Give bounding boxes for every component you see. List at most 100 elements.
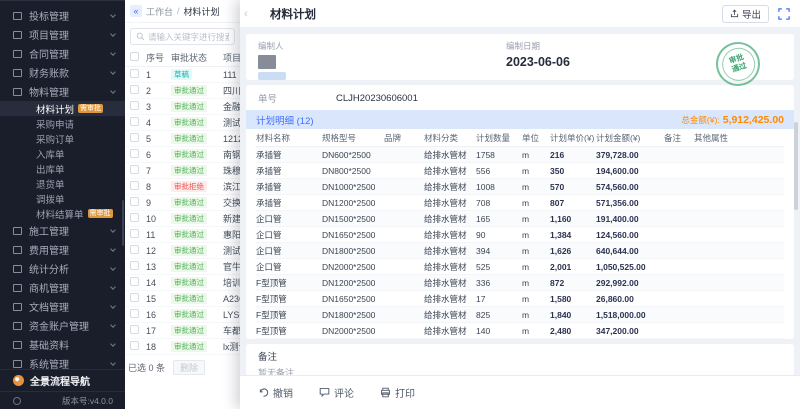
list-row[interactable]: 15 审批通过 A23G2511 <box>125 291 240 307</box>
material-row[interactable]: 承插管DN800*2500给排水管材556m350194,600.00 <box>256 163 784 179</box>
mcell-1: DN2000*2500 <box>322 262 384 272</box>
chevron-down-icon <box>110 227 116 233</box>
drawer-scrollbar[interactable] <box>794 122 798 210</box>
sidebar-subitem-5[interactable]: 退货单 <box>0 176 125 191</box>
row-no: 16 <box>146 310 171 320</box>
sidebar-item-b2[interactable]: 统计分析 <box>0 259 125 278</box>
list-row[interactable]: 8 审批拒绝 滨江花城10 <box>125 179 240 195</box>
order-row: 单号 CLJH20230606001 <box>246 85 794 110</box>
row-checkbox[interactable] <box>130 213 139 222</box>
preparer-name-redacted <box>258 72 286 80</box>
material-row[interactable]: F型顶管DN1800*2500给排水管材825m1,8401,518,000.0… <box>256 307 784 323</box>
sidebar-subitem-1[interactable]: 采购申请 <box>0 116 125 131</box>
row-checkbox[interactable] <box>130 133 139 142</box>
sidebar-item-b4[interactable]: 文档管理 <box>0 297 125 316</box>
row-checkbox[interactable] <box>130 245 139 254</box>
search-input[interactable] <box>148 32 229 42</box>
row-no: 15 <box>146 294 171 304</box>
sidebar-subitem-2[interactable]: 采购订单 <box>0 131 125 146</box>
sidebar-subitem-7[interactable]: 材料结算单 需审批 <box>0 206 125 221</box>
select-all-checkbox[interactable] <box>130 52 139 61</box>
search-box[interactable] <box>130 28 235 45</box>
sidebar-item-1[interactable]: 项目管理 <box>0 25 125 44</box>
material-row[interactable]: 承插管DN1000*2500给排水管材1008m570574,560.00 <box>256 179 784 195</box>
sidebar-item-b5[interactable]: 资金账户管理 <box>0 316 125 335</box>
sidebar-subitem-4[interactable]: 出库单 <box>0 161 125 176</box>
status-badge: 审批拒绝 <box>171 181 207 192</box>
list-row[interactable]: 7 审批通过 珠穆朗玛峰 <box>125 163 240 179</box>
col-no: 序号 <box>146 51 171 64</box>
footer-comment-button[interactable]: 评论 <box>319 385 354 400</box>
chevron-down-icon <box>110 12 116 18</box>
mcell-1: DN1000*2500 <box>322 182 384 192</box>
footer-print-button[interactable]: 打印 <box>380 385 415 400</box>
export-button[interactable]: 导出 <box>722 5 769 23</box>
list-row[interactable]: 6 审批通过 南钢盛达大厦 <box>125 147 240 163</box>
breadcrumb-root[interactable]: 工作台 <box>146 5 173 18</box>
drawer-collapse-icon[interactable]: ‹ <box>244 8 254 20</box>
row-checkbox[interactable] <box>130 325 139 334</box>
row-checkbox[interactable] <box>130 309 139 318</box>
row-checkbox[interactable] <box>130 85 139 94</box>
sidebar-subitem-0[interactable]: 材料计划 需审批 <box>0 101 125 116</box>
material-row[interactable]: 企口管DN1650*2500给排水管材90m1,384124,560.00 <box>256 227 784 243</box>
sidebar-item-4[interactable]: 物料管理 <box>0 82 125 101</box>
list-row[interactable]: 1 草稿 111 <box>125 67 240 83</box>
breadcrumb-back-icon[interactable]: « <box>130 5 142 17</box>
list-row[interactable]: 10 审批通过 新建工程-复 <box>125 211 240 227</box>
sidebar-item-3[interactable]: 财务账款 <box>0 63 125 82</box>
row-checkbox[interactable] <box>130 261 139 270</box>
row-checkbox[interactable] <box>130 277 139 286</box>
row-checkbox[interactable] <box>130 341 139 350</box>
sidebar-item-b0[interactable]: 施工管理 <box>0 221 125 240</box>
sidebar-item-b3[interactable]: 商机管理 <box>0 278 125 297</box>
footer-undo-button[interactable]: 撤销 <box>258 385 293 400</box>
list-row[interactable]: 3 审批通过 金融大厦采购 <box>125 99 240 115</box>
list-row[interactable]: 12 审批通过 测试三环路 <box>125 243 240 259</box>
row-checkbox[interactable] <box>130 293 139 302</box>
row-checkbox[interactable] <box>130 229 139 238</box>
material-row[interactable]: 企口管DN1500*2500给排水管材165m1,160191,400.00 <box>256 211 784 227</box>
list-row[interactable]: 18 审批通过 lx测试2 <box>125 339 240 355</box>
sidebar-subitem-6[interactable]: 调拨单 <box>0 191 125 206</box>
sidebar-subitem-3[interactable]: 入库单 <box>0 146 125 161</box>
list-row[interactable]: 4 审批通过 测试1 <box>125 115 240 131</box>
delete-button[interactable]: 删除 <box>173 360 205 375</box>
support-icon[interactable] <box>13 397 21 405</box>
row-checkbox[interactable] <box>130 117 139 126</box>
material-row[interactable]: 承插管DN1200*2500给排水管材708m807571,356.00 <box>256 195 784 211</box>
sidebar-item-2[interactable]: 合同管理 <box>0 44 125 63</box>
row-checkbox[interactable] <box>130 165 139 174</box>
material-row[interactable]: F型顶管DN1200*2500给排水管材336m872292,992.00 <box>256 275 784 291</box>
list-row[interactable]: 2 审批通过 四川市政项目 <box>125 83 240 99</box>
list-row[interactable]: 16 审批通过 LYSC <box>125 307 240 323</box>
panorama-nav-button[interactable]: 全景流程导航 <box>0 369 125 391</box>
sidebar-item-b6[interactable]: 基础资料 <box>0 335 125 354</box>
row-checkbox[interactable] <box>130 197 139 206</box>
sidebar-scrollbar[interactable] <box>122 200 124 246</box>
list-row[interactable]: 17 审批通过 车都大厦 <box>125 323 240 339</box>
row-checkbox[interactable] <box>130 101 139 110</box>
list-row[interactable]: 13 审批通过 官牛牛 <box>125 259 240 275</box>
fullscreen-icon[interactable] <box>778 8 790 20</box>
row-checkbox[interactable] <box>130 149 139 158</box>
material-row[interactable]: 企口管DN1800*2500给排水管材394m1,626640,644.00 <box>256 243 784 259</box>
status-badge: 审批通过 <box>171 165 207 176</box>
material-row[interactable]: 企口管DN2000*2500给排水管材525m2,0011,050,525.00 <box>256 259 784 275</box>
material-row[interactable]: F型顶管DN1650*2500给排水管材17m1,58026,860.00 <box>256 291 784 307</box>
sidebar-item-b1[interactable]: 费用管理 <box>0 240 125 259</box>
list-row[interactable]: 14 审批通过 培训425 <box>125 275 240 291</box>
material-row[interactable]: 承插管DN600*2500给排水管材1758m216379,728.00 <box>256 147 784 163</box>
mcol-1: 规格型号 <box>322 132 384 144</box>
list-row[interactable]: 9 审批通过 交换机 <box>125 195 240 211</box>
row-no: 6 <box>146 150 171 160</box>
list-row[interactable]: 11 审批通过 惠阳项目 <box>125 227 240 243</box>
row-checkbox[interactable] <box>130 69 139 78</box>
sidebar-item-b7[interactable]: 系统管理 <box>0 354 125 369</box>
row-checkbox[interactable] <box>130 181 139 190</box>
order-value: CLJH20230606001 <box>336 93 418 104</box>
sidebar-item-0[interactable]: 投标管理 <box>0 6 125 25</box>
list-row[interactable]: 5 审批通过 1212 <box>125 131 240 147</box>
material-row[interactable]: F型顶管DN2000*2500给排水管材140m2,480347,200.00 <box>256 323 784 339</box>
system-icon <box>13 360 22 368</box>
